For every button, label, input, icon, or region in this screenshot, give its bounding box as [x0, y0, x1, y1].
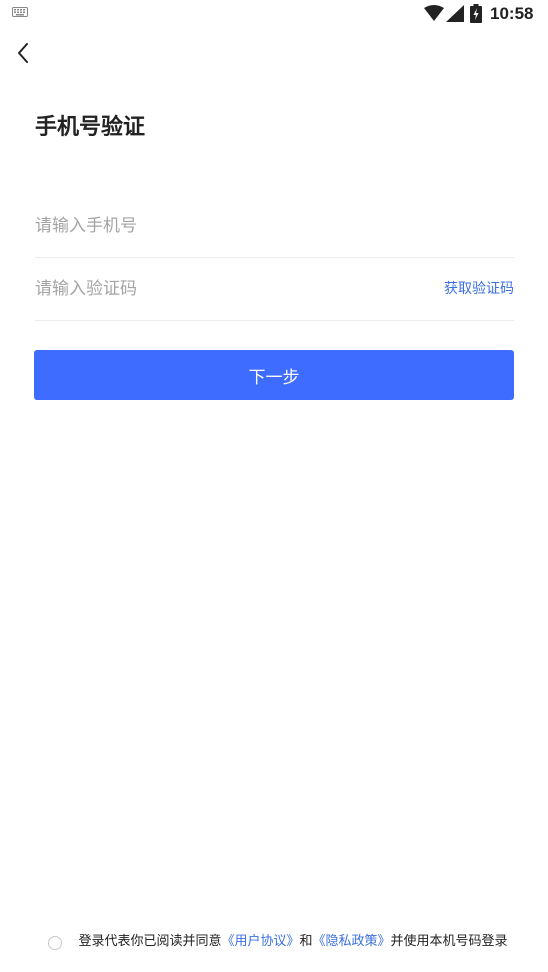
get-code-button[interactable]: 获取验证码	[444, 279, 514, 299]
wifi-icon	[424, 5, 444, 21]
cell-signal-icon	[446, 5, 464, 22]
verification-code-input[interactable]	[35, 273, 395, 305]
phone-input[interactable]	[35, 210, 395, 242]
agreement-suffix: 并使用本机号码登录	[390, 934, 508, 949]
user-agreement-link[interactable]: 《用户协议》	[221, 934, 299, 949]
privacy-policy-link[interactable]: 《隐私政策》	[313, 934, 391, 949]
page-title: 手机号验证	[35, 115, 146, 140]
status-time: 10:58	[490, 4, 534, 23]
agreement-conjunction: 和	[299, 934, 313, 949]
status-bar: 10:58	[0, 0, 548, 30]
chevron-left-icon[interactable]	[14, 40, 34, 66]
phone-field-row	[35, 194, 514, 258]
keyboard-icon	[12, 7, 28, 17]
agree-radio[interactable]	[48, 936, 62, 950]
agreement-prefix: 登录代表你已阅读并同意	[78, 934, 222, 949]
agreement-text: 登录代表你已阅读并同意《用户协议》和《隐私政策》并使用本机号码登录	[68, 933, 518, 950]
phone-verification-screen: 10:58 手机号验证 获取验证码 下一步 登录代表你已阅读并同意《用户协议》和…	[0, 0, 548, 972]
code-field-row: 获取验证码	[35, 257, 514, 321]
battery-charging-icon	[470, 4, 482, 23]
next-step-button[interactable]: 下一步	[34, 350, 514, 400]
